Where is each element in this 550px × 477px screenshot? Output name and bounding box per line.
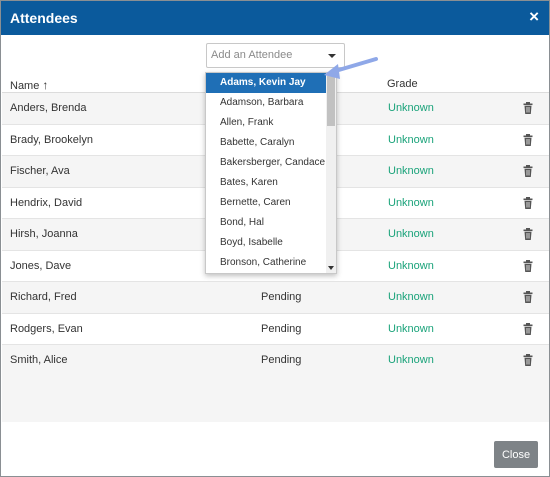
trash-icon[interactable] [521,322,535,336]
dropdown-option[interactable]: Boyd, Isabelle [206,233,327,253]
dropdown-scrollbar[interactable] [326,73,336,273]
trash-icon[interactable] [521,259,535,273]
name-column-header[interactable]: Name ↑ [10,78,48,92]
table-row: Smith, Alice Pending Unknown [2,345,549,377]
dropdown-option[interactable]: Bond, Hal [206,213,327,233]
attendee-status: Pending [261,291,302,303]
table-empty-area [2,376,549,422]
add-attendee-placeholder: Add an Attendee [211,49,293,61]
trash-icon[interactable] [521,133,535,147]
grade-column-header: Grade [387,78,418,90]
attendee-status: Pending [261,322,302,335]
attendee-grade: Unknown [388,354,434,366]
attendee-grade: Unknown [388,228,434,240]
dropdown-option[interactable]: Adamson, Barbara [206,93,327,113]
pointer-arrow-icon [324,57,378,79]
dropdown-option[interactable]: Allen, Frank [206,113,327,133]
attendee-grade: Unknown [388,259,434,272]
attendee-status: Pending [261,354,302,366]
modal-header: Attendees × [1,1,549,35]
dropdown-option[interactable]: Bakersberger, Candace [206,153,327,173]
trash-icon[interactable] [521,196,535,210]
attendee-name: Anders, Brenda [10,102,87,114]
trash-icon[interactable] [521,164,535,178]
trash-icon[interactable] [521,101,535,115]
trash-icon[interactable] [521,290,535,304]
attendee-name: Fischer, Ava [10,165,70,177]
close-button[interactable]: Close [494,441,538,468]
attendee-dropdown-list: Adams, Kevin Jay Adamson, Barbara Allen, F… [205,72,337,274]
dropdown-option[interactable]: Bernette, Caren [206,193,327,213]
trash-icon[interactable] [521,353,535,367]
attendee-name: Richard, Fred [10,291,77,303]
sort-ascending-icon: ↑ [42,78,49,92]
trash-icon[interactable] [521,227,535,241]
attendee-name: Hendrix, David [10,196,83,209]
close-icon[interactable]: × [529,8,539,26]
attendee-grade: Unknown [388,322,434,335]
attendee-name: Brady, Brookelyn [10,133,93,146]
attendee-grade: Unknown [388,133,434,146]
attendee-name: Hirsh, Joanna [10,228,78,240]
table-row: Richard, Fred Pending Unknown [2,282,549,314]
scroll-down-arrow-icon[interactable] [328,266,334,270]
dropdown-option[interactable]: Babette, Caralyn [206,133,327,153]
attendee-name: Rodgers, Evan [10,322,83,335]
table-row: Rodgers, Evan Pending Unknown [2,314,549,345]
dropdown-option[interactable]: Bates, Karen [206,173,327,193]
attendee-name: Smith, Alice [10,354,68,366]
attendee-grade: Unknown [388,196,434,209]
attendee-grade: Unknown [388,291,434,303]
modal-title: Attendees [10,10,78,26]
name-column-label: Name [10,80,40,92]
attendee-grade: Unknown [388,165,434,177]
dropdown-option[interactable]: Bronson, Catherine [206,253,327,273]
attendee-grade: Unknown [388,102,434,114]
attendee-name: Jones, Dave [10,259,72,272]
dropdown-option[interactable]: Adams, Kevin Jay [206,73,327,93]
